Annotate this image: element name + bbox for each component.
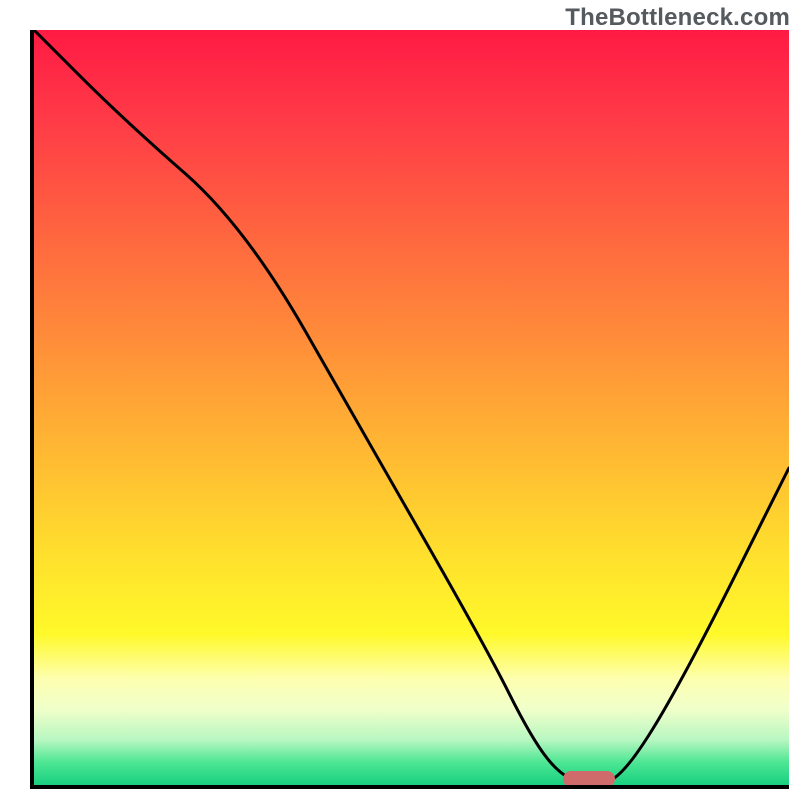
chart-canvas: TheBottleneck.com xyxy=(0,0,800,800)
bottleneck-curve-path xyxy=(34,30,789,783)
plot-area xyxy=(30,30,789,789)
optimal-range-marker xyxy=(563,771,616,787)
curve-svg xyxy=(34,30,789,785)
watermark-label: TheBottleneck.com xyxy=(565,4,790,32)
